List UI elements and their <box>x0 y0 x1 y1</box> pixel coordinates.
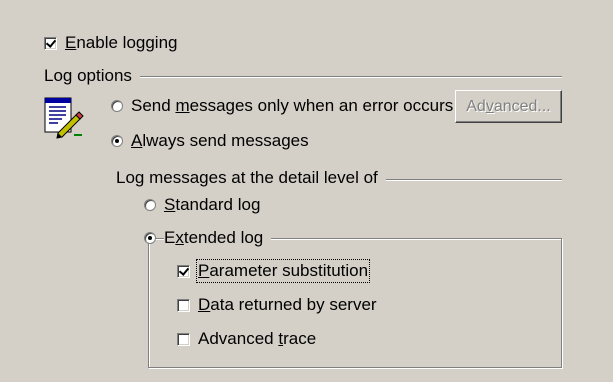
enable-logging-checkbox[interactable]: Enable logging <box>44 33 178 53</box>
log-options-heading: Log options <box>44 66 140 86</box>
radio-always-send[interactable]: Always send messages <box>111 131 309 151</box>
advanced-trace-checkbox[interactable]: Advanced trace <box>177 329 316 349</box>
parameter-substitution-checkbox[interactable]: Parameter substitution <box>177 259 371 283</box>
parameter-substitution-label[interactable]: Parameter substitution <box>195 259 371 283</box>
radio-standard-log[interactable]: Standard log <box>144 195 260 215</box>
enable-logging-check-box[interactable] <box>44 36 57 50</box>
advanced-button[interactable]: Advanced... <box>455 90 562 123</box>
advanced-trace-check-box[interactable] <box>177 332 190 346</box>
log-options-heading-text: Log options <box>44 66 140 86</box>
radio-always-send-label[interactable]: Always send messages <box>131 131 309 151</box>
radio-error-only-label[interactable]: Send messages only when an error occurs <box>131 96 453 116</box>
radio-always-send-circle[interactable] <box>111 135 123 147</box>
enable-logging-label[interactable]: Enable logging <box>65 33 178 53</box>
data-returned-label[interactable]: Data returned by server <box>198 295 377 315</box>
advanced-trace-label[interactable]: Advanced trace <box>198 329 316 349</box>
data-returned-check-box[interactable] <box>177 298 190 312</box>
detail-level-heading-text: Log messages at the detail level of <box>116 168 386 188</box>
log-document-icon <box>44 97 84 141</box>
data-returned-checkbox[interactable]: Data returned by server <box>177 295 377 315</box>
radio-error-only[interactable]: Send messages only when an error occurs <box>111 96 453 116</box>
radio-extended-log-circle[interactable] <box>144 232 156 244</box>
radio-standard-log-circle[interactable] <box>144 199 156 211</box>
parameter-substitution-check-box[interactable] <box>177 264 190 278</box>
radio-error-only-circle[interactable] <box>111 100 123 112</box>
detail-level-heading: Log messages at the detail level of <box>116 168 386 188</box>
radio-extended-log-label[interactable]: Extended log <box>164 228 272 248</box>
radio-extended-log[interactable]: Extended log <box>144 228 272 248</box>
radio-standard-log-label[interactable]: Standard log <box>164 195 260 215</box>
